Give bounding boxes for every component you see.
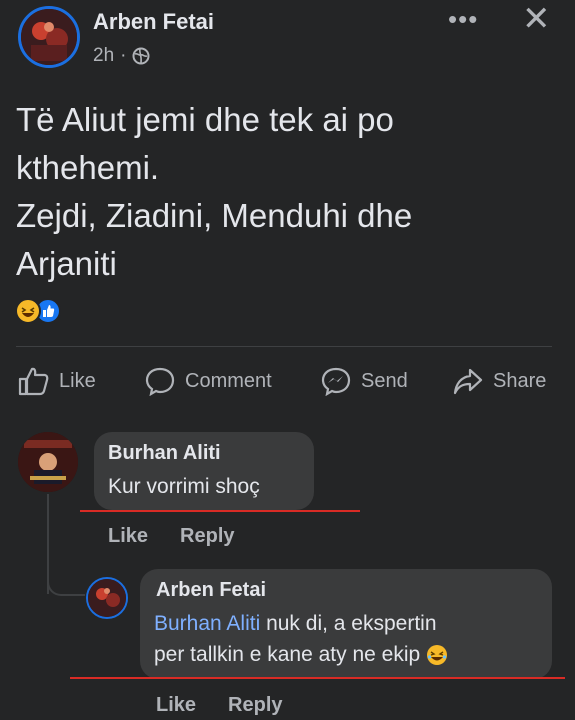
post-text: Të Aliut jemi dhe tek ai po kthehemi. Ze… [16, 96, 556, 288]
comment-bubble: Burhan Aliti Kur vorrimi shoç [94, 432, 314, 510]
comment-actions: Like Reply [108, 525, 235, 548]
messenger-icon [321, 367, 351, 396]
reply-text-line: nuk di, a ekspertin [260, 612, 437, 635]
comment-author[interactable]: Burhan Aliti [108, 442, 300, 465]
post-text-line: Zejdi, Ziadini, Menduhi dhe [16, 197, 413, 234]
send-button-label: Send [361, 369, 408, 392]
post-text-line: Të Aliut jemi dhe tek ai po [16, 101, 394, 138]
comment-text: Kur vorrimi shoç [108, 475, 260, 498]
reply-author[interactable]: Arben Fetai [156, 579, 538, 602]
share-button[interactable]: Share [452, 366, 546, 396]
reply-text: Burhan Aliti nuk di, a ekspertin per tal… [154, 608, 538, 670]
avatar-photo [21, 9, 77, 65]
comment-like-button[interactable]: Like [108, 525, 148, 548]
share-button-label: Share [493, 369, 547, 392]
reply-text-line: per tallkin e kane aty ne ekip [154, 643, 421, 666]
comment-icon [145, 367, 175, 396]
commenter-avatar[interactable] [18, 432, 78, 492]
reply-like-button[interactable]: Like [156, 694, 196, 717]
post-time-text: 2h [93, 45, 115, 66]
red-underline [70, 677, 565, 679]
mention-link[interactable]: Burhan Aliti [154, 612, 260, 635]
post-text-line: Arjaniti [16, 245, 117, 282]
close-icon[interactable]: ✕ [522, 2, 551, 36]
reply-bubble: Arben Fetai Burhan Aliti nuk di, a ekspe… [140, 569, 552, 679]
send-button[interactable]: Send [320, 366, 408, 396]
share-arrow-icon [453, 368, 483, 395]
dot-separator: · [120, 45, 127, 66]
comment-button-label: Comment [185, 369, 272, 392]
laughing-emoji-icon [427, 644, 448, 665]
thread-connector [47, 560, 85, 596]
red-underline [80, 510, 360, 512]
avatar-photo [18, 432, 78, 492]
reaction-summary[interactable] [15, 298, 61, 324]
like-button[interactable]: Like [18, 366, 96, 396]
author-avatar[interactable] [18, 6, 80, 68]
reply-reply-button[interactable]: Reply [228, 694, 282, 717]
post-author-name[interactable]: Arben Fetai [93, 9, 214, 35]
globe-icon [132, 47, 150, 65]
haha-reaction-icon [15, 298, 41, 324]
post-text-line: kthehemi. [16, 149, 160, 186]
comment-button[interactable]: Comment [144, 366, 272, 396]
like-button-label: Like [59, 369, 96, 392]
comment-reply-button[interactable]: Reply [180, 525, 234, 548]
more-options-icon[interactable]: ••• [448, 4, 478, 35]
reply-actions: Like Reply [156, 694, 283, 717]
reply-author-avatar[interactable] [86, 577, 128, 619]
avatar-photo [88, 579, 126, 617]
thumbs-up-icon [18, 367, 49, 396]
post-timestamp[interactable]: 2h · [93, 45, 150, 67]
divider [16, 346, 552, 347]
